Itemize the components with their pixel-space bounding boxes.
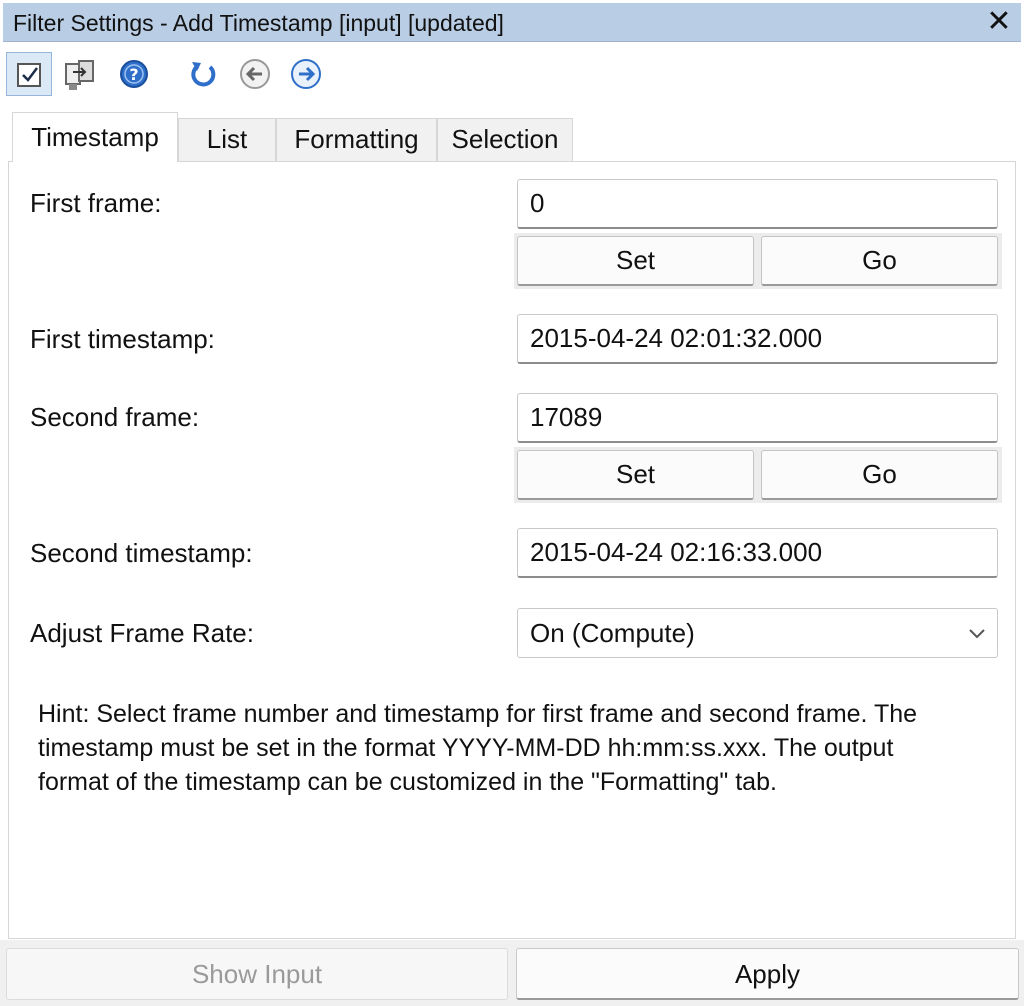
chevron-down-icon bbox=[969, 629, 985, 639]
close-icon: ✕ bbox=[986, 5, 1012, 38]
enable-filter-button[interactable] bbox=[6, 52, 52, 96]
previous-button[interactable] bbox=[232, 52, 278, 96]
tab-list[interactable]: List bbox=[178, 118, 276, 162]
apply-button[interactable]: Apply bbox=[516, 948, 1019, 1000]
svg-text:?: ? bbox=[129, 65, 138, 84]
hint-line: timestamp must be set in the format YYYY… bbox=[38, 734, 894, 762]
first-frame-button-row: Set Go bbox=[514, 233, 1002, 289]
reset-icon bbox=[191, 62, 216, 87]
help-icon: ? bbox=[120, 60, 148, 88]
forward-icon bbox=[291, 59, 321, 89]
hint-text: Hint: Select frame number and timestamp … bbox=[38, 697, 998, 799]
adjust-frame-rate-label: Adjust Frame Rate: bbox=[30, 618, 254, 648]
second-frame-go-button[interactable]: Go bbox=[761, 450, 998, 500]
adjust-frame-rate-select[interactable]: On (Compute) bbox=[517, 608, 998, 658]
window-title: Filter Settings - Add Timestamp [input] … bbox=[13, 10, 504, 36]
reset-button[interactable] bbox=[181, 52, 227, 96]
second-frame-input[interactable]: 17089 bbox=[517, 393, 998, 443]
first-timestamp-label: First timestamp: bbox=[30, 324, 215, 354]
tab-timestamp[interactable]: Timestamp bbox=[12, 112, 178, 162]
first-frame-go-button[interactable]: Go bbox=[761, 236, 998, 286]
adjust-frame-rate-value: On (Compute) bbox=[530, 618, 695, 648]
second-frame-button-row: Set Go bbox=[514, 447, 1002, 503]
second-frame-label: Second frame: bbox=[30, 402, 200, 432]
tab-formatting[interactable]: Formatting bbox=[276, 118, 437, 162]
second-frame-set-button[interactable]: Set bbox=[517, 450, 754, 500]
copy-settings-icon bbox=[65, 60, 94, 90]
first-frame-input[interactable]: 0 bbox=[517, 179, 998, 229]
first-timestamp-input[interactable]: 2015-04-24 02:01:32.000 bbox=[517, 314, 998, 364]
tab-selection[interactable]: Selection bbox=[437, 118, 573, 162]
tab-strip: Timestamp List Formatting Selection bbox=[8, 112, 1016, 162]
hint-line: format of the timestamp can be customize… bbox=[38, 768, 777, 796]
second-timestamp-input[interactable]: 2015-04-24 02:16:33.000 bbox=[517, 528, 998, 578]
title-bar: Filter Settings - Add Timestamp [input] … bbox=[3, 3, 1021, 42]
copy-settings-button[interactable] bbox=[56, 52, 102, 96]
first-frame-label: First frame: bbox=[30, 188, 162, 218]
second-timestamp-label: Second timestamp: bbox=[30, 538, 253, 568]
footer-bar: Show Input Apply bbox=[0, 940, 1024, 1006]
back-icon bbox=[240, 59, 270, 89]
close-button[interactable]: ✕ bbox=[983, 5, 1015, 39]
checkbox-icon bbox=[17, 63, 41, 87]
filter-settings-window: Filter Settings - Add Timestamp [input] … bbox=[0, 0, 1024, 1006]
first-frame-set-button[interactable]: Set bbox=[517, 236, 754, 286]
hint-line: Hint: Select frame number and timestamp … bbox=[38, 700, 918, 728]
toolbar: ? bbox=[3, 44, 1021, 106]
show-input-button[interactable]: Show Input bbox=[6, 948, 508, 1000]
help-button[interactable]: ? bbox=[111, 52, 157, 96]
next-button[interactable] bbox=[283, 52, 329, 96]
